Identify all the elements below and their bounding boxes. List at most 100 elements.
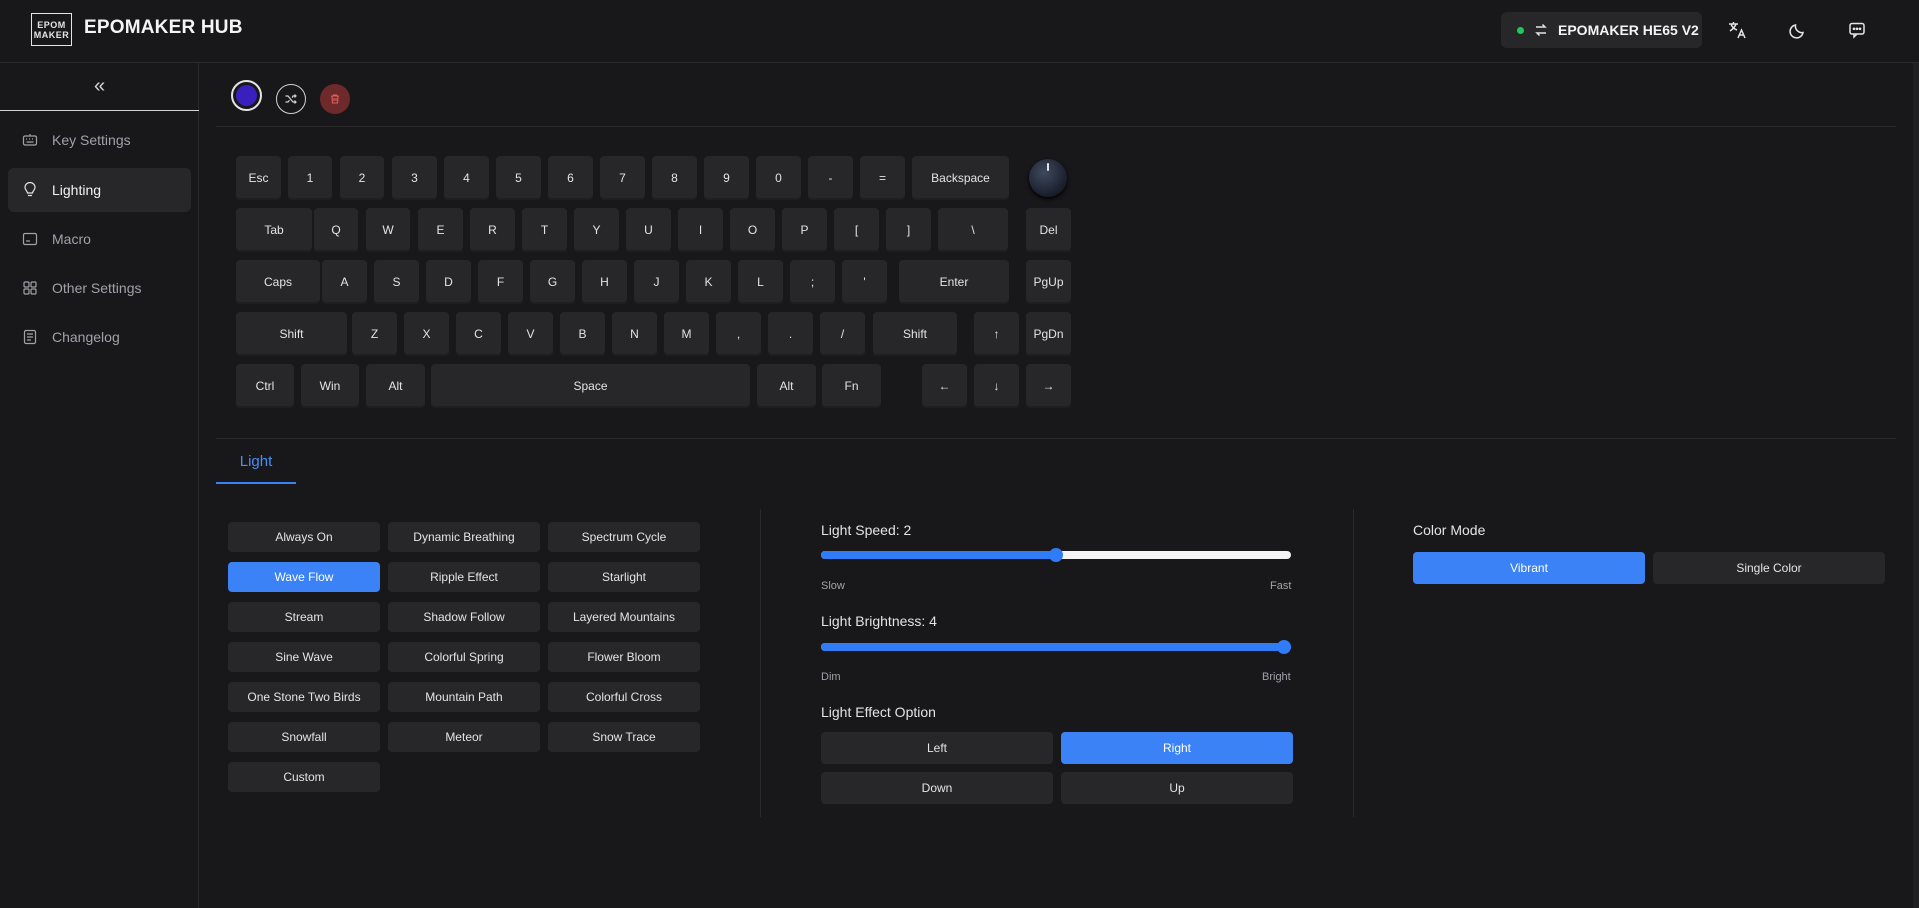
effect-meteor[interactable]: Meteor <box>388 722 540 752</box>
effect-shadow-follow[interactable]: Shadow Follow <box>388 602 540 632</box>
effect-mountain-path[interactable]: Mountain Path <box>388 682 540 712</box>
key-r[interactable]: R <box>470 208 515 252</box>
key-t[interactable]: T <box>522 208 567 252</box>
key-symbol[interactable]: ↓ <box>974 364 1019 408</box>
key-7[interactable]: 7 <box>600 156 645 200</box>
key-3[interactable]: 3 <box>392 156 437 200</box>
key-n[interactable]: N <box>612 312 657 356</box>
key-del[interactable]: Del <box>1026 208 1071 252</box>
key-f[interactable]: F <box>478 260 523 304</box>
key-0[interactable]: 0 <box>756 156 801 200</box>
key-u[interactable]: U <box>626 208 671 252</box>
key-8[interactable]: 8 <box>652 156 697 200</box>
light-speed-slider[interactable] <box>821 548 1291 562</box>
key-h[interactable]: H <box>582 260 627 304</box>
key-shift[interactable]: Shift <box>873 312 957 356</box>
effect-always-on[interactable]: Always On <box>228 522 380 552</box>
key-j[interactable]: J <box>634 260 679 304</box>
key-5[interactable]: 5 <box>496 156 541 200</box>
key-pgup[interactable]: PgUp <box>1026 260 1071 304</box>
effect-wave-flow[interactable]: Wave Flow <box>228 562 380 592</box>
effect-one-stone-two-birds[interactable]: One Stone Two Birds <box>228 682 380 712</box>
key-symbol[interactable]: ↑ <box>974 312 1019 356</box>
key-w[interactable]: W <box>366 208 410 252</box>
effect-ripple-effect[interactable]: Ripple Effect <box>388 562 540 592</box>
key-c[interactable]: C <box>456 312 501 356</box>
key-symbol[interactable]: ← <box>922 364 967 408</box>
page-scrollbar[interactable] <box>1913 63 1919 908</box>
key-symbol[interactable]: . <box>768 312 813 356</box>
key-backspace[interactable]: Backspace <box>912 156 1009 200</box>
key-pgdn[interactable]: PgDn <box>1026 312 1071 356</box>
effect-colorful-cross[interactable]: Colorful Cross <box>548 682 700 712</box>
effect-layered-mountains[interactable]: Layered Mountains <box>548 602 700 632</box>
key-shift[interactable]: Shift <box>236 312 347 356</box>
key-q[interactable]: Q <box>314 208 358 252</box>
feedback-message-icon[interactable] <box>1845 18 1869 42</box>
key-v[interactable]: V <box>508 312 553 356</box>
color-mode-single-color-button[interactable]: Single Color <box>1653 552 1885 584</box>
key-fn[interactable]: Fn <box>822 364 881 408</box>
sidebar-collapse-button[interactable]: « <box>0 63 199 111</box>
effect-flower-bloom[interactable]: Flower Bloom <box>548 642 700 672</box>
delete-button[interactable] <box>320 84 350 114</box>
effect-dynamic-breathing[interactable]: Dynamic Breathing <box>388 522 540 552</box>
key-space[interactable]: Space <box>431 364 750 408</box>
key-symbol[interactable]: [ <box>834 208 879 252</box>
current-color-swatch[interactable] <box>231 80 262 111</box>
key-d[interactable]: D <box>426 260 471 304</box>
key-symbol[interactable]: ; <box>790 260 835 304</box>
effect-stream[interactable]: Stream <box>228 602 380 632</box>
key-1[interactable]: 1 <box>288 156 332 200</box>
sidebar-item-macro[interactable]: Macro <box>8 217 191 261</box>
key-a[interactable]: A <box>322 260 367 304</box>
key-k[interactable]: K <box>686 260 731 304</box>
key-l[interactable]: L <box>738 260 783 304</box>
key-esc[interactable]: Esc <box>236 156 281 200</box>
key-e[interactable]: E <box>418 208 463 252</box>
key-alt[interactable]: Alt <box>757 364 816 408</box>
device-selector[interactable]: EPOMAKER HE65 V2 <box>1501 12 1702 48</box>
sidebar-item-other-settings[interactable]: Other Settings <box>8 266 191 310</box>
key-p[interactable]: P <box>782 208 827 252</box>
direction-left-button[interactable]: Left <box>821 732 1053 764</box>
effect-snowfall[interactable]: Snowfall <box>228 722 380 752</box>
key-b[interactable]: B <box>560 312 605 356</box>
key-i[interactable]: I <box>678 208 723 252</box>
light-brightness-slider[interactable] <box>821 640 1291 654</box>
effect-starlight[interactable]: Starlight <box>548 562 700 592</box>
key-x[interactable]: X <box>404 312 449 356</box>
key-6[interactable]: 6 <box>548 156 593 200</box>
key-symbol[interactable]: - <box>808 156 853 200</box>
key-symbol[interactable]: , <box>716 312 761 356</box>
effect-snow-trace[interactable]: Snow Trace <box>548 722 700 752</box>
sidebar-item-key-settings[interactable]: Key Settings <box>8 118 191 162</box>
effect-custom[interactable]: Custom <box>228 762 380 792</box>
direction-down-button[interactable]: Down <box>821 772 1053 804</box>
direction-right-button[interactable]: Right <box>1061 732 1293 764</box>
tab-light[interactable]: Light <box>216 440 296 484</box>
key-symbol[interactable]: ' <box>842 260 887 304</box>
key-s[interactable]: S <box>374 260 419 304</box>
key-o[interactable]: O <box>730 208 775 252</box>
key-symbol[interactable]: / <box>820 312 865 356</box>
effect-colorful-spring[interactable]: Colorful Spring <box>388 642 540 672</box>
color-mode-vibrant-button[interactable]: Vibrant <box>1413 552 1645 584</box>
key-symbol[interactable]: → <box>1026 364 1071 408</box>
key-caps[interactable]: Caps <box>236 260 320 304</box>
key-m[interactable]: M <box>664 312 709 356</box>
effect-spectrum-cycle[interactable]: Spectrum Cycle <box>548 522 700 552</box>
slider-thumb[interactable] <box>1277 640 1291 654</box>
sidebar-item-changelog[interactable]: Changelog <box>8 315 191 359</box>
key-4[interactable]: 4 <box>444 156 489 200</box>
theme-moon-icon[interactable] <box>1786 18 1810 42</box>
key-ctrl[interactable]: Ctrl <box>236 364 294 408</box>
key-9[interactable]: 9 <box>704 156 749 200</box>
key-enter[interactable]: Enter <box>899 260 1009 304</box>
key-symbol[interactable]: = <box>860 156 905 200</box>
key-2[interactable]: 2 <box>340 156 384 200</box>
effect-sine-wave[interactable]: Sine Wave <box>228 642 380 672</box>
key-tab[interactable]: Tab <box>236 208 312 252</box>
sidebar-item-lighting[interactable]: Lighting <box>8 168 191 212</box>
key-z[interactable]: Z <box>352 312 397 356</box>
